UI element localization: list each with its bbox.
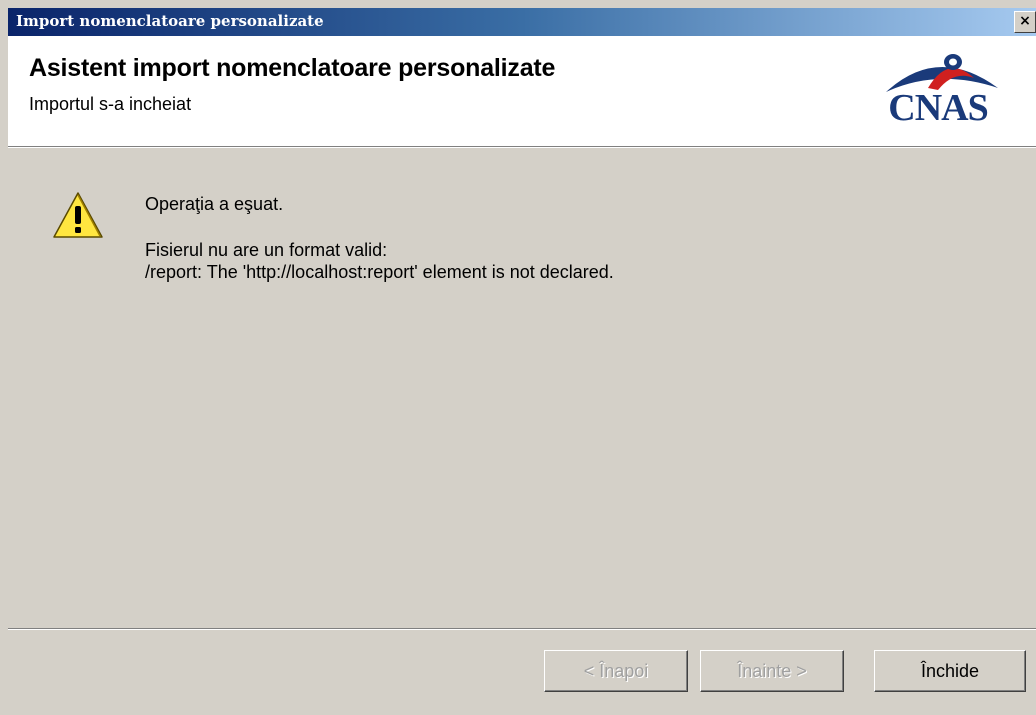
logo-text: CNAS xyxy=(888,87,988,129)
title-bar[interactable]: Import nomenclatoare personalizate × xyxy=(8,8,1036,36)
close-icon: × xyxy=(1019,13,1031,29)
wizard-subtitle: Importul s-a incheiat xyxy=(29,94,192,114)
cnas-logo: CNAS xyxy=(858,48,1018,130)
back-button[interactable]: < Înapoi xyxy=(544,650,688,692)
close-window-button[interactable]: × xyxy=(1014,11,1036,33)
wizard-header: Asistent import nomenclatoare personaliz… xyxy=(8,36,1036,146)
close-button[interactable]: Închide xyxy=(874,650,1026,692)
header-divider xyxy=(8,146,1036,148)
wizard-title: Asistent import nomenclatoare personaliz… xyxy=(29,54,556,82)
window-title: Import nomenclatoare personalizate xyxy=(16,12,324,30)
warning-icon xyxy=(53,192,103,238)
footer-divider xyxy=(8,628,1036,630)
error-line-2: /report: The 'http://localhost:report' e… xyxy=(145,262,614,282)
result-message: Operaţia a eşuat. Fisierul nu are un for… xyxy=(145,193,614,283)
next-button[interactable]: Înainte > xyxy=(700,650,844,692)
status-text: Operaţia a eşuat. xyxy=(145,194,284,214)
error-line-1: Fisierul nu are un format valid: xyxy=(145,240,388,260)
